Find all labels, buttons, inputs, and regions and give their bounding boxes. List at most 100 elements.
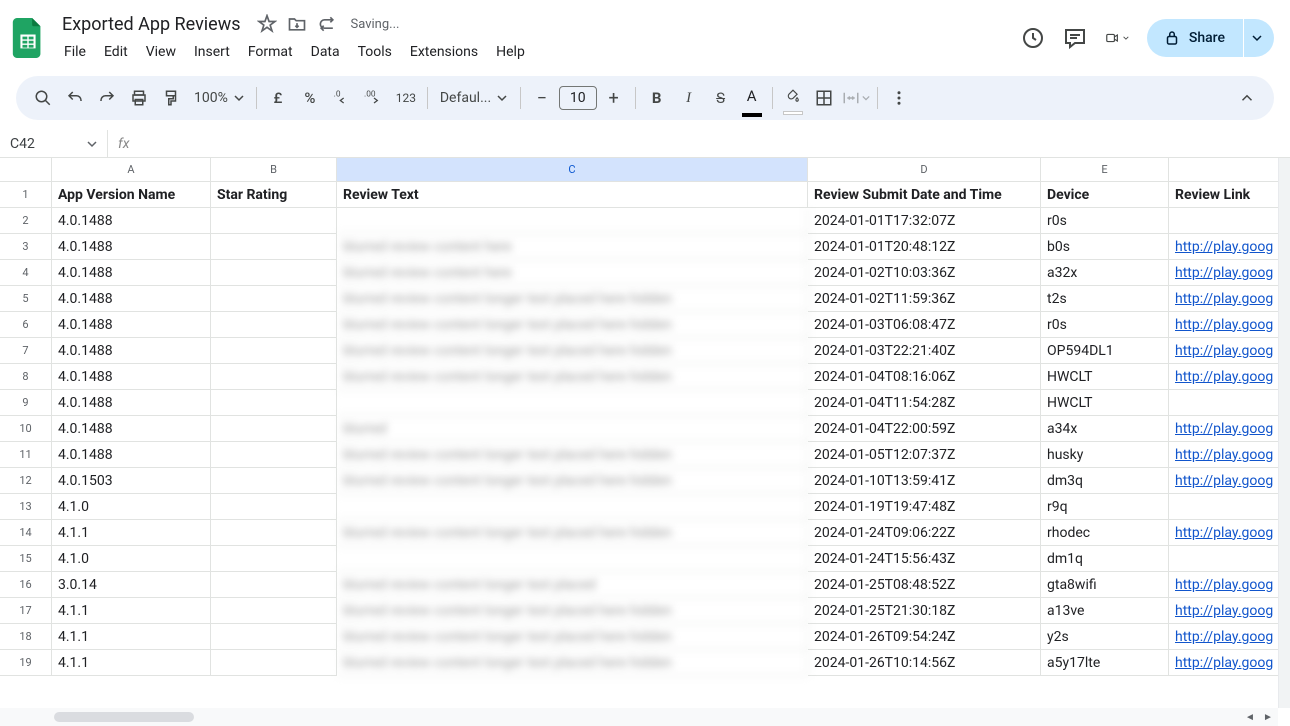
cell[interactable]: a13ve bbox=[1041, 598, 1169, 624]
scroll-left-icon[interactable]: ◄ bbox=[1242, 709, 1258, 725]
cell[interactable]: blurred review content longer text place… bbox=[337, 312, 808, 338]
vertical-scrollbar[interactable] bbox=[1278, 158, 1290, 708]
increase-font-icon[interactable]: + bbox=[599, 83, 629, 113]
cell[interactable]: 4.0.1488 bbox=[52, 260, 211, 286]
column-header[interactable]: E bbox=[1041, 158, 1169, 182]
cell[interactable]: a32x bbox=[1041, 260, 1169, 286]
search-icon[interactable] bbox=[28, 83, 58, 113]
cell[interactable]: blurred review content longer text place… bbox=[337, 650, 808, 676]
decrease-decimal-icon[interactable]: .0 bbox=[327, 83, 357, 113]
cell[interactable]: blurred review content longer text place… bbox=[337, 286, 808, 312]
cell[interactable]: 2024-01-10T13:59:41Z bbox=[808, 468, 1041, 494]
column-header[interactable]: C bbox=[337, 158, 808, 182]
cell[interactable]: 4.0.1488 bbox=[52, 338, 211, 364]
cell[interactable]: http://play.goog bbox=[1169, 598, 1287, 624]
cell[interactable]: http://play.goog bbox=[1169, 650, 1287, 676]
cell[interactable]: 2024-01-26T10:14:56Z bbox=[808, 650, 1041, 676]
menu-format[interactable]: Format bbox=[240, 40, 301, 64]
cell[interactable]: 4.0.1488 bbox=[52, 416, 211, 442]
cell[interactable]: 4.1.0 bbox=[52, 546, 211, 572]
cell[interactable] bbox=[211, 546, 337, 572]
currency-icon[interactable]: £ bbox=[263, 83, 293, 113]
row-header[interactable]: 13 bbox=[0, 494, 52, 520]
cell[interactable]: blurred review content longer text place… bbox=[337, 520, 808, 546]
cell[interactable]: http://play.goog bbox=[1169, 416, 1287, 442]
meet-icon[interactable] bbox=[1105, 26, 1129, 50]
cell[interactable] bbox=[211, 572, 337, 598]
share-dropdown[interactable] bbox=[1244, 19, 1274, 57]
menu-edit[interactable]: Edit bbox=[96, 40, 136, 64]
cell[interactable] bbox=[211, 442, 337, 468]
document-title[interactable]: Exported App Reviews bbox=[56, 12, 247, 37]
cell[interactable]: http://play.goog bbox=[1169, 364, 1287, 390]
cell[interactable]: blurred review content longer text place… bbox=[337, 572, 808, 598]
cell[interactable] bbox=[211, 286, 337, 312]
cell[interactable]: HWCLT bbox=[1041, 390, 1169, 416]
column-header[interactable]: D bbox=[808, 158, 1041, 182]
cloud-status-icon[interactable] bbox=[317, 14, 337, 34]
cell[interactable]: blurred review content here bbox=[337, 260, 808, 286]
cell[interactable]: http://play.goog bbox=[1169, 338, 1287, 364]
cell[interactable]: blurred review content longer text place… bbox=[337, 468, 808, 494]
cell[interactable]: 4.1.1 bbox=[52, 650, 211, 676]
cell[interactable]: r0s bbox=[1041, 208, 1169, 234]
row-header[interactable]: 3 bbox=[0, 234, 52, 260]
cell[interactable]: 2024-01-03T06:08:47Z bbox=[808, 312, 1041, 338]
fill-color-icon[interactable] bbox=[779, 89, 807, 107]
decrease-font-icon[interactable]: − bbox=[527, 83, 557, 113]
menu-help[interactable]: Help bbox=[488, 40, 533, 64]
row-header[interactable]: 18 bbox=[0, 624, 52, 650]
cell[interactable]: dm1q bbox=[1041, 546, 1169, 572]
menu-file[interactable]: File bbox=[56, 40, 94, 64]
percent-icon[interactable]: % bbox=[295, 83, 325, 113]
cell[interactable]: gta8wifi bbox=[1041, 572, 1169, 598]
cell[interactable]: a34x bbox=[1041, 416, 1169, 442]
cell[interactable]: http://play.goog bbox=[1169, 442, 1287, 468]
cell[interactable]: Review Text bbox=[337, 182, 808, 208]
cell[interactable]: http://play.goog bbox=[1169, 260, 1287, 286]
cell[interactable]: 2024-01-02T10:03:36Z bbox=[808, 260, 1041, 286]
cell[interactable]: dm3q bbox=[1041, 468, 1169, 494]
font-select[interactable]: Defaul... bbox=[434, 90, 514, 106]
scroll-right-icon[interactable]: ► bbox=[1260, 709, 1276, 725]
cell[interactable]: blurred review content longer text place… bbox=[337, 598, 808, 624]
cell[interactable] bbox=[211, 364, 337, 390]
text-color-icon[interactable]: A bbox=[738, 87, 766, 109]
cell[interactable]: 4.0.1488 bbox=[52, 390, 211, 416]
row-header[interactable]: 14 bbox=[0, 520, 52, 546]
cell[interactable]: a5y17lte bbox=[1041, 650, 1169, 676]
row-header[interactable]: 5 bbox=[0, 286, 52, 312]
cell[interactable]: 2024-01-25T21:30:18Z bbox=[808, 598, 1041, 624]
cell[interactable]: 4.0.1488 bbox=[52, 234, 211, 260]
cell[interactable]: 2024-01-26T09:54:24Z bbox=[808, 624, 1041, 650]
row-header[interactable]: 12 bbox=[0, 468, 52, 494]
print-icon[interactable] bbox=[124, 83, 154, 113]
cell[interactable] bbox=[337, 390, 808, 416]
cell[interactable]: 2024-01-04T08:16:06Z bbox=[808, 364, 1041, 390]
row-header[interactable]: 4 bbox=[0, 260, 52, 286]
cell[interactable]: HWCLT bbox=[1041, 364, 1169, 390]
cell[interactable]: 4.0.1488 bbox=[52, 208, 211, 234]
cell[interactable]: App Version Name bbox=[52, 182, 211, 208]
borders-icon[interactable] bbox=[809, 83, 839, 113]
row-header[interactable]: 7 bbox=[0, 338, 52, 364]
cell[interactable] bbox=[211, 624, 337, 650]
paint-format-icon[interactable] bbox=[156, 83, 186, 113]
move-folder-icon[interactable] bbox=[287, 14, 307, 34]
cell[interactable]: http://play.goog bbox=[1169, 520, 1287, 546]
cell[interactable]: blurred review content longer text place… bbox=[337, 624, 808, 650]
cell[interactable]: blurred review content here bbox=[337, 234, 808, 260]
row-header[interactable]: 17 bbox=[0, 598, 52, 624]
cell[interactable]: rhodec bbox=[1041, 520, 1169, 546]
cell[interactable]: 2024-01-24T09:06:22Z bbox=[808, 520, 1041, 546]
row-header[interactable]: 11 bbox=[0, 442, 52, 468]
select-all-corner[interactable] bbox=[0, 158, 52, 182]
collapse-toolbar-icon[interactable] bbox=[1232, 83, 1262, 113]
row-header[interactable]: 8 bbox=[0, 364, 52, 390]
cell[interactable]: http://play.goog bbox=[1169, 286, 1287, 312]
more-icon[interactable] bbox=[884, 83, 914, 113]
cell[interactable] bbox=[211, 390, 337, 416]
cell[interactable]: 4.1.0 bbox=[52, 494, 211, 520]
bold-icon[interactable]: B bbox=[642, 83, 672, 113]
cell[interactable]: http://play.goog bbox=[1169, 234, 1287, 260]
